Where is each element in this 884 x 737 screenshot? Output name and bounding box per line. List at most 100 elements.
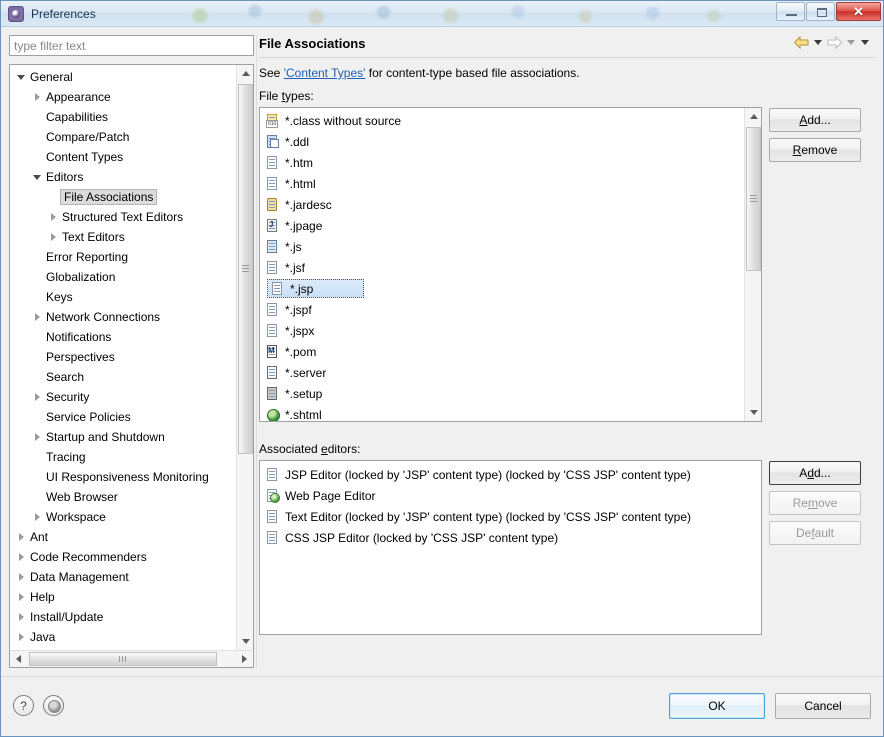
chevron-right-icon[interactable] <box>30 433 44 441</box>
file-type-label: *.pom <box>285 344 317 359</box>
back-history-chevron-down-icon[interactable] <box>814 40 822 45</box>
chevron-down-icon[interactable] <box>30 174 44 180</box>
file-types-scrollbar-thumb[interactable] <box>746 127 761 271</box>
associated-editors-list[interactable]: JSP Editor (locked by 'JSP' content type… <box>259 460 762 635</box>
tree-item-editors[interactable]: Editors <box>10 167 236 187</box>
scroll-down-button[interactable] <box>237 633 253 650</box>
tree-item-perspectives[interactable]: Perspectives <box>10 347 236 367</box>
file-type-item[interactable]: *.jardesc <box>260 194 743 215</box>
file-types-scrollbar[interactable] <box>744 108 761 421</box>
tree-item-notifications[interactable]: Notifications <box>10 327 236 347</box>
file-type-item[interactable]: *.jsp <box>262 278 743 299</box>
help-icon[interactable]: ? <box>13 695 34 716</box>
tree-item-structured-text-editors[interactable]: Structured Text Editors <box>10 207 236 227</box>
tree-vertical-scrollbar[interactable] <box>236 65 253 650</box>
file-types-list[interactable]: *.class without source *.ddl *.htm *.html *.… <box>260 108 743 421</box>
scroll-up-button[interactable] <box>745 108 761 125</box>
cancel-button[interactable]: Cancel <box>775 692 871 719</box>
tree-item-java[interactable]: Java <box>10 627 236 647</box>
file-type-item[interactable]: *.htm <box>260 152 743 173</box>
chevron-right-icon[interactable] <box>30 393 44 401</box>
tree-item-globalization[interactable]: Globalization <box>10 267 236 287</box>
chevron-right-icon[interactable] <box>46 233 60 241</box>
tree-item-keys[interactable]: Keys <box>10 287 236 307</box>
chevron-right-glyph <box>34 93 40 101</box>
forward-history-chevron-down-icon[interactable] <box>847 40 855 45</box>
scroll-right-button[interactable] <box>236 651 253 667</box>
minimize-button[interactable] <box>776 2 805 21</box>
associated-editor-item[interactable]: Text Editor (locked by 'JSP' content typ… <box>260 506 761 527</box>
chevron-right-icon[interactable] <box>14 633 28 641</box>
file-type-item[interactable]: *.ddl <box>260 131 743 152</box>
tree-hscrollbar-thumb[interactable] <box>29 652 217 666</box>
tree-item-file-associations[interactable]: File Associations <box>10 187 236 207</box>
tree-item-error-reporting[interactable]: Error Reporting <box>10 247 236 267</box>
editors-add-button[interactable]: Ad d... <box>769 461 861 485</box>
tree-item-security[interactable]: Security <box>10 387 236 407</box>
tree-item-help[interactable]: Help <box>10 587 236 607</box>
file-type-item[interactable]: *.jsf <box>260 257 743 278</box>
tree-item-startup-and-shutdown[interactable]: Startup and Shutdown <box>10 427 236 447</box>
tree-scrollbar-thumb[interactable] <box>238 84 253 454</box>
tree-item-network-connections[interactable]: Network Connections <box>10 307 236 327</box>
file-type-item[interactable]: *.server <box>260 362 743 383</box>
file-type-item[interactable]: *.jspx <box>260 320 743 341</box>
file-type-item[interactable]: *.html <box>260 173 743 194</box>
file-types-remove-button[interactable]: Remove <box>769 138 861 162</box>
file-type-item[interactable]: *.js <box>260 236 743 257</box>
associated-editor-item[interactable]: Web Page Editor <box>260 485 761 506</box>
editors-remove-button[interactable]: Re m ove <box>769 491 861 515</box>
view-menu-chevron-down-icon[interactable] <box>861 40 869 45</box>
tree-item-general[interactable]: General <box>10 67 236 87</box>
tree-item-ui-responsiveness-monitoring[interactable]: UI Responsiveness Monitoring <box>10 467 236 487</box>
chevron-right-icon[interactable] <box>14 613 28 621</box>
ok-button[interactable]: OK <box>669 692 765 719</box>
back-arrow-icon[interactable] <box>793 35 810 50</box>
filter-input[interactable]: type filter text <box>9 35 254 56</box>
tree-item-compare-patch[interactable]: Compare/Patch <box>10 127 236 147</box>
chevron-right-icon[interactable] <box>14 573 28 581</box>
chevron-right-icon[interactable] <box>46 213 60 221</box>
page-glyph <box>267 114 277 127</box>
tree-item-code-recommenders[interactable]: Code Recommenders <box>10 547 236 567</box>
tree-horizontal-scrollbar[interactable] <box>10 650 253 667</box>
scroll-left-button[interactable] <box>10 651 27 667</box>
chevron-right-icon[interactable] <box>30 93 44 101</box>
content-types-link[interactable]: 'Content Types' <box>284 66 366 80</box>
tree-item-capabilities[interactable]: Capabilities <box>10 107 236 127</box>
chevron-right-icon[interactable] <box>14 553 28 561</box>
chevron-down-icon[interactable] <box>14 74 28 80</box>
tree-item-data-management[interactable]: Data Management <box>10 567 236 587</box>
tree-item-appearance[interactable]: Appearance <box>10 87 236 107</box>
tree-item-web-browser[interactable]: Web Browser <box>10 487 236 507</box>
associated-editor-item[interactable]: JSP Editor (locked by 'JSP' content type… <box>260 464 761 485</box>
chevron-right-icon[interactable] <box>14 593 28 601</box>
file-type-content: *.htm <box>265 155 313 170</box>
chevron-right-icon[interactable] <box>30 513 44 521</box>
tree-item-ant[interactable]: Ant <box>10 527 236 547</box>
preferences-tree[interactable]: General Appearance Capabilities Compare/Pat… <box>10 65 236 650</box>
file-type-item[interactable]: *.jpage <box>260 215 743 236</box>
file-type-item[interactable]: *.shtml <box>260 404 743 421</box>
scroll-up-button[interactable] <box>237 65 253 82</box>
scroll-down-button[interactable] <box>745 404 761 421</box>
file-type-item[interactable]: *.setup <box>260 383 743 404</box>
file-types-add-button[interactable]: Add... <box>769 108 861 132</box>
file-type-item[interactable]: *.class without source <box>260 110 743 131</box>
tree-item-content-types[interactable]: Content Types <box>10 147 236 167</box>
tree-item-install-update[interactable]: Install/Update <box>10 607 236 627</box>
apply-filter-icon[interactable] <box>43 695 64 716</box>
associated-editor-item[interactable]: CSS JSP Editor (locked by 'CSS JSP' cont… <box>260 527 761 548</box>
file-type-item[interactable]: *.pom <box>260 341 743 362</box>
tree-item-text-editors[interactable]: Text Editors <box>10 227 236 247</box>
editors-default-button[interactable]: De f ault <box>769 521 861 545</box>
tree-item-service-policies[interactable]: Service Policies <box>10 407 236 427</box>
tree-item-tracing[interactable]: Tracing <box>10 447 236 467</box>
chevron-right-icon[interactable] <box>30 313 44 321</box>
maximize-button[interactable] <box>806 2 835 21</box>
tree-item-search[interactable]: Search <box>10 367 236 387</box>
chevron-right-icon[interactable] <box>14 533 28 541</box>
close-button[interactable]: ✕ <box>836 2 881 21</box>
tree-item-workspace[interactable]: Workspace <box>10 507 236 527</box>
file-type-item[interactable]: *.jspf <box>260 299 743 320</box>
